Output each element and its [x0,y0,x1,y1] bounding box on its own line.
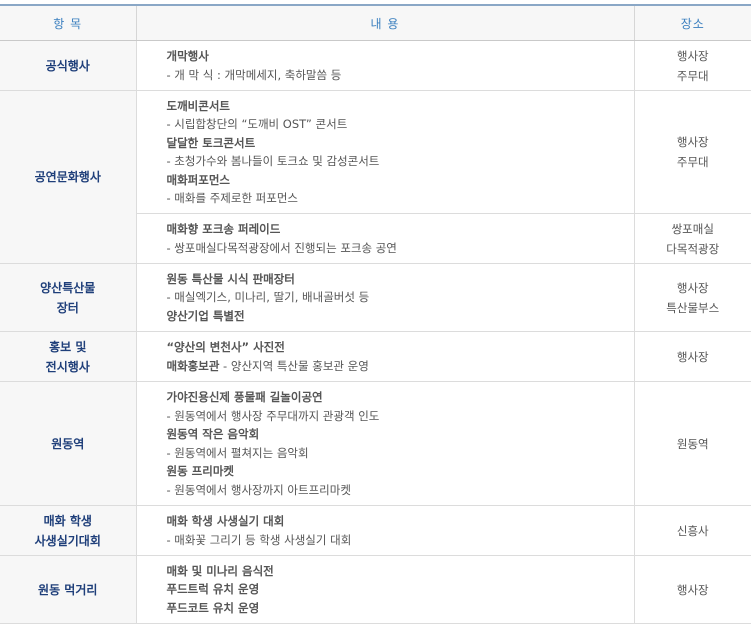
category-line: 장터 [56,300,79,315]
event-desc: - 매화를 주제로한 퍼포먼스 [166,191,299,205]
content-cell: 가야진용신제 풍물패 길놀이공연 - 원동역에서 행사장 주무대까지 관광객 인… [135,381,634,506]
event-desc: - 초청가수와 봄나들이 토크쇼 및 감성콘서트 [166,154,380,168]
place-line: 특산물부스 [666,300,720,315]
content-cell: 개막행사 - 개 막 식 : 개막메세지, 축하말씀 등 [135,40,634,91]
event-title: 매화퍼포먼스 [166,172,230,187]
event-desc: - 매화꽃 그리기 등 학생 사생실기 대회 [166,532,352,547]
place-cell: 원동역 [633,381,751,506]
event-title: 개막행사 [166,49,209,63]
table-row: 양산특산물 장터 원동 특산물 시식 판매장터 - 매실엑기스, 미나리, 딸기… [0,263,751,332]
category-line: 전시행사 [45,359,90,374]
table-row: 매화 학생 사생실기대회 매화 학생 사생실기 대회 - 매화꽃 그리기 등 학… [0,505,751,556]
event-title: 도깨비콘서트 [166,98,230,113]
event-desc: - 시립합창단의 “도깨비 OST” 콘서트 [166,117,348,131]
program-table-container: 항 목 내 용 장소 공식행사 개막행사 - 개 막 식 : 개막메세지, 축하… [0,0,755,628]
category-line: 홍보 및 [49,339,87,354]
content-cell: “양산의 변천사” 사진전 매화홍보관 - 양산지역 특산물 홍보관 운영 [135,331,634,382]
category-cell: 원동 먹거리 [0,555,136,624]
place-line: 쌍포매실 [671,221,714,236]
category-cell: 원동역 [0,381,136,506]
event-title: 푸드트럭 유치 운영 [166,582,260,597]
event-desc: - 양산지역 특산물 홍보관 운영 [219,358,369,373]
place-cell: 행사장 [633,555,751,624]
event-desc: - 원동역에서 펼쳐지는 음악회 [166,445,309,460]
table-row: 홍보 및 전시행사 “양산의 변천사” 사진전 매화홍보관 - 양산지역 특산물… [0,331,751,382]
event-title: 원동 프리마켓 [166,464,234,478]
table-row: 원동역 가야진용신제 풍물패 길놀이공연 - 원동역에서 행사장 주무대까지 관… [0,381,751,506]
event-title: 원동역 작은 음악회 [166,427,260,441]
event-desc: - 원동역에서 행사장까지 아트프리마켓 [166,482,351,497]
event-title: 푸드코트 유치 운영 [166,600,260,615]
content-cell: 매화 학생 사생실기 대회 - 매화꽃 그리기 등 학생 사생실기 대회 [135,505,634,556]
event-title: “양산의 변천사” 사진전 [166,340,285,354]
content-cell: 원동 특산물 시식 판매장터 - 매실엑기스, 미나리, 딸기, 배내골버섯 등… [135,263,634,332]
category-cell: 공식행사 [0,40,136,91]
place-cell: 행사장 주무대 [633,40,751,91]
event-title: 달달한 토크콘서트 [166,135,256,150]
place-line: 주무대 [676,155,709,169]
header-item: 항 목 [0,4,136,41]
event-title: 가야진용신제 풍물패 길놀이공연 [166,390,323,404]
place-cell: 행사장 [633,331,751,382]
place-cell: 행사장 주무대 [633,90,751,214]
table-row: 원동 먹거리 매화 및 미나리 음식전 푸드트럭 유치 운영 푸드코트 유치 운… [0,555,751,624]
category-cell: 매화 학생 사생실기대회 [0,505,136,556]
place-cell: 쌍포매실 다목적광장 [633,213,751,264]
event-title: 매화 학생 사생실기 대회 [166,514,285,528]
place-cell: 신흥사 [633,505,751,556]
category-line: 양산특산물 [40,280,96,295]
table-row: 공식행사 개막행사 - 개 막 식 : 개막메세지, 축하말씀 등 행사장 주무… [0,40,751,91]
table-row: 공연문화행사 도깨비콘서트 - 시립합창단의 “도깨비 OST” 콘서트 달달한… [0,90,751,264]
place-cell: 행사장 특산물부스 [633,263,751,332]
table-header-row: 항 목 내 용 장소 [0,4,751,41]
header-place: 장소 [633,4,751,41]
program-table: 항 목 내 용 장소 공식행사 개막행사 - 개 막 식 : 개막메세지, 축하… [0,4,751,624]
category-cell: 양산특산물 장터 [0,263,136,332]
event-line: 매화홍보관 - 양산지역 특산물 홍보관 운영 [167,357,634,376]
event-title: 원동 특산물 시식 판매장터 [166,271,295,286]
place-line: 행사장 [676,48,709,63]
event-desc: - 쌍포매실다목적광장에서 진행되는 포크송 공연 [166,240,397,255]
category-cell: 홍보 및 전시행사 [0,331,136,382]
event-desc: - 원동역에서 행사장 주무대까지 관광객 인도 [166,408,380,423]
content-cell: 도깨비콘서트 - 시립합창단의 “도깨비 OST” 콘서트 달달한 토크콘서트 … [135,90,634,214]
event-title: 매화향 포크송 퍼레이드 [166,222,281,236]
event-title: 매화홍보관 [166,358,220,373]
place-line: 주무대 [676,68,709,83]
header-content: 내 용 [135,4,634,41]
event-title: 매화 및 미나리 음식전 [166,563,274,578]
category-cell: 공연문화행사 [0,90,136,264]
place-line: 행사장 [676,280,709,295]
place-line: 다목적광장 [666,241,720,256]
content-cell: 매화 및 미나리 음식전 푸드트럭 유치 운영 푸드코트 유치 운영 [135,555,634,624]
event-desc: - 개 막 식 : 개막메세지, 축하말씀 등 [166,67,342,82]
place-line: 행사장 [676,135,709,149]
content-cell: 매화향 포크송 퍼레이드 - 쌍포매실다목적광장에서 진행되는 포크송 공연 [135,213,634,264]
event-title: 양산기업 특별전 [166,308,245,323]
category-line: 매화 학생 [43,513,92,528]
category-line: 사생실기대회 [34,533,101,548]
event-desc: - 매실엑기스, 미나리, 딸기, 배내골버섯 등 [166,290,370,305]
